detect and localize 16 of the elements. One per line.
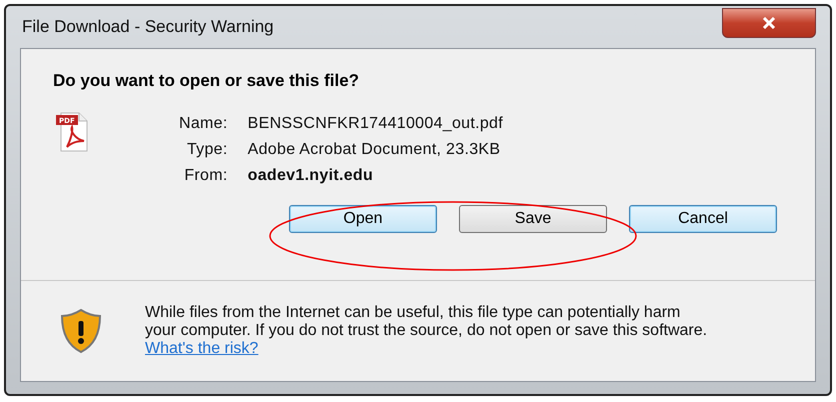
field-value: BENSSCNFKR174410004_out.pdf (248, 115, 503, 133)
pdf-file-icon (56, 112, 88, 152)
risk-link[interactable]: What's the risk? (145, 340, 258, 357)
dialog-heading: Do you want to open or save this file? (53, 71, 360, 91)
field-label: Type: (186, 141, 228, 159)
warning-text: While files from the Internet can be useful, this file type can potentially harm your computer. If you do not trust the source, do not open or save this software. What's the risk? (145, 304, 708, 358)
field-label: Name: (179, 115, 228, 133)
dialog-button[interactable]: Cancel (629, 205, 777, 233)
dialog-button[interactable]: Save (459, 205, 607, 233)
field-value: Adobe Acrobat Document, 23.3KB (248, 141, 502, 159)
close-icon (761, 17, 777, 29)
field-value: oadev1.nyit.edu (248, 167, 374, 185)
field-label: From: (183, 167, 228, 185)
window-title: File Download - Security Warning (21, 17, 274, 37)
dialog-button[interactable]: Open (289, 205, 437, 233)
close-button[interactable] (722, 8, 816, 38)
